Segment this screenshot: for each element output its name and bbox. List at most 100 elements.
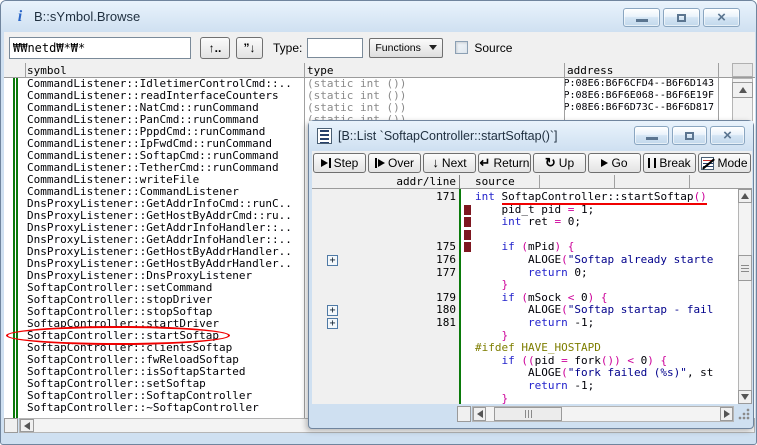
column-header-type: type [307,64,334,77]
column-divider [689,175,690,189]
list-window-title: [B::List `SoftapController::startSoftap(… [338,129,558,143]
expand-plus-icon[interactable]: + [327,305,338,316]
expand-plus-icon[interactable]: + [327,255,338,266]
line-marker [464,242,471,252]
source-checkbox[interactable] [455,41,468,54]
addr-cell: P:08E6:B6F6CFD4--B6F6D143 [563,78,714,90]
scrollbar-stub [4,418,18,433]
scroll-left-icon [477,410,483,418]
close-button[interactable]: × [710,126,745,145]
maximize-icon [685,132,694,140]
source-line[interactable]: 177 return 0; [312,267,738,280]
up-arrow-dots-icon: ↑.. [209,41,222,55]
scroll-left-button[interactable] [20,419,34,432]
toolbar-button-label: Up [559,156,574,170]
column-divider [459,175,460,189]
column-header-addr-line: addr/line [396,175,456,188]
source-line[interactable]: } [312,393,738,405]
column-header-source: source [475,175,515,188]
toolbar-button-label: Break [659,156,690,170]
toolbar-button-label: Go [611,156,627,170]
source-horizontal-scrollbar[interactable] [312,406,752,422]
toolbar-button-label: Over [388,156,414,170]
column-divider [614,175,615,189]
addr-cell: P:08E6:B6F6D73C--B6F6D817 [563,102,714,114]
mode-button[interactable]: Mode [698,153,751,173]
scroll-right-icon [724,410,730,418]
debug-toolbar: StepOver↓Next↵Return↻UpGoBreakMode [312,151,752,175]
minimize-button[interactable] [634,126,669,145]
scroll-up-icon [741,193,749,199]
scroll-down-button[interactable] [738,390,752,404]
minimize-icon [636,19,648,22]
go-icon [601,159,608,167]
type-filter-input[interactable] [307,38,363,58]
minimize-icon [646,137,658,140]
close-icon: × [723,128,732,143]
paste-down-button[interactable]: ”↓ [236,37,263,59]
source-margin-line [459,189,461,404]
over-button[interactable]: Over [368,153,421,173]
addr-cell: P:08E6:B6F6E068--B6F6E19F [563,90,714,102]
source-body: 171int SoftapController::startSoftap() p… [312,189,752,404]
scrollbar-thumb[interactable] [494,407,562,421]
quote-down-arrow-icon: ”↓ [244,41,256,55]
step-button[interactable]: Step [313,153,366,173]
toolbar-button-label: Step [334,156,359,170]
line-number: 175 [312,241,456,254]
maximize-icon [677,14,686,22]
return-button[interactable]: ↵Return [478,153,531,173]
symbol-table-header: symbol type address [4,63,755,78]
go-button[interactable]: Go [588,153,641,173]
scrollbar-stub [457,406,471,422]
resize-grip[interactable] [738,408,750,420]
column-divider [304,63,305,78]
expand-plus-icon[interactable]: + [327,318,338,329]
source-line[interactable]: int ret = 0; [312,216,738,229]
step-return-icon: ↵ [480,158,491,168]
column-divider [718,63,719,78]
source-line[interactable]: 181+ return -1; [312,317,738,330]
scroll-left-icon [24,422,30,430]
close-button[interactable]: × [703,8,740,27]
main-window-title: B::sYmbol.Browse [34,9,140,24]
up-button[interactable]: ↻Up [533,153,586,173]
scroll-down-icon [741,394,749,400]
break-button[interactable]: Break [643,153,696,173]
next-button[interactable]: ↓Next [423,153,476,173]
frame-up-icon: ↻ [545,158,556,168]
symbol-filter-input[interactable] [9,37,191,59]
line-marker [464,217,471,227]
up-level-button[interactable]: ↑.. [200,37,230,59]
column-header-address: address [567,64,613,77]
column-divider [539,175,540,189]
source-code-text: } [475,393,508,405]
maximize-button[interactable] [663,8,700,27]
source-vertical-scrollbar[interactable] [738,189,752,404]
source-checkbox-label: Source [474,41,512,55]
functions-dropdown[interactable]: Functions [369,38,443,58]
maximize-button[interactable] [672,126,707,145]
column-divider [25,63,26,78]
sym-cell: SoftapController::~SoftapController [27,402,259,414]
scroll-left-button[interactable] [473,407,486,421]
list-source-window: [B::List `SoftapController::startSoftap(… [308,120,754,429]
line-marker [464,205,471,215]
line-marker [464,230,471,240]
minimize-button[interactable] [623,8,660,27]
chevron-down-icon [429,45,437,50]
scroll-up-button[interactable] [738,189,752,203]
functions-dropdown-label: Functions [375,42,421,54]
close-icon: × [717,10,726,25]
column-divider [304,78,305,418]
break-icon [648,158,656,168]
line-number: 171 [312,191,456,204]
toolbar-button-label: Return [493,156,529,170]
scroll-right-button[interactable] [720,407,733,421]
step-next-icon: ↓ [432,158,439,168]
scroll-up-button[interactable] [732,82,753,98]
list-window-icon [317,128,332,144]
source-line[interactable]: return -1; [312,380,738,393]
toolbar-button-label: Mode [717,156,747,170]
scrollbar-thumb[interactable] [738,255,752,281]
